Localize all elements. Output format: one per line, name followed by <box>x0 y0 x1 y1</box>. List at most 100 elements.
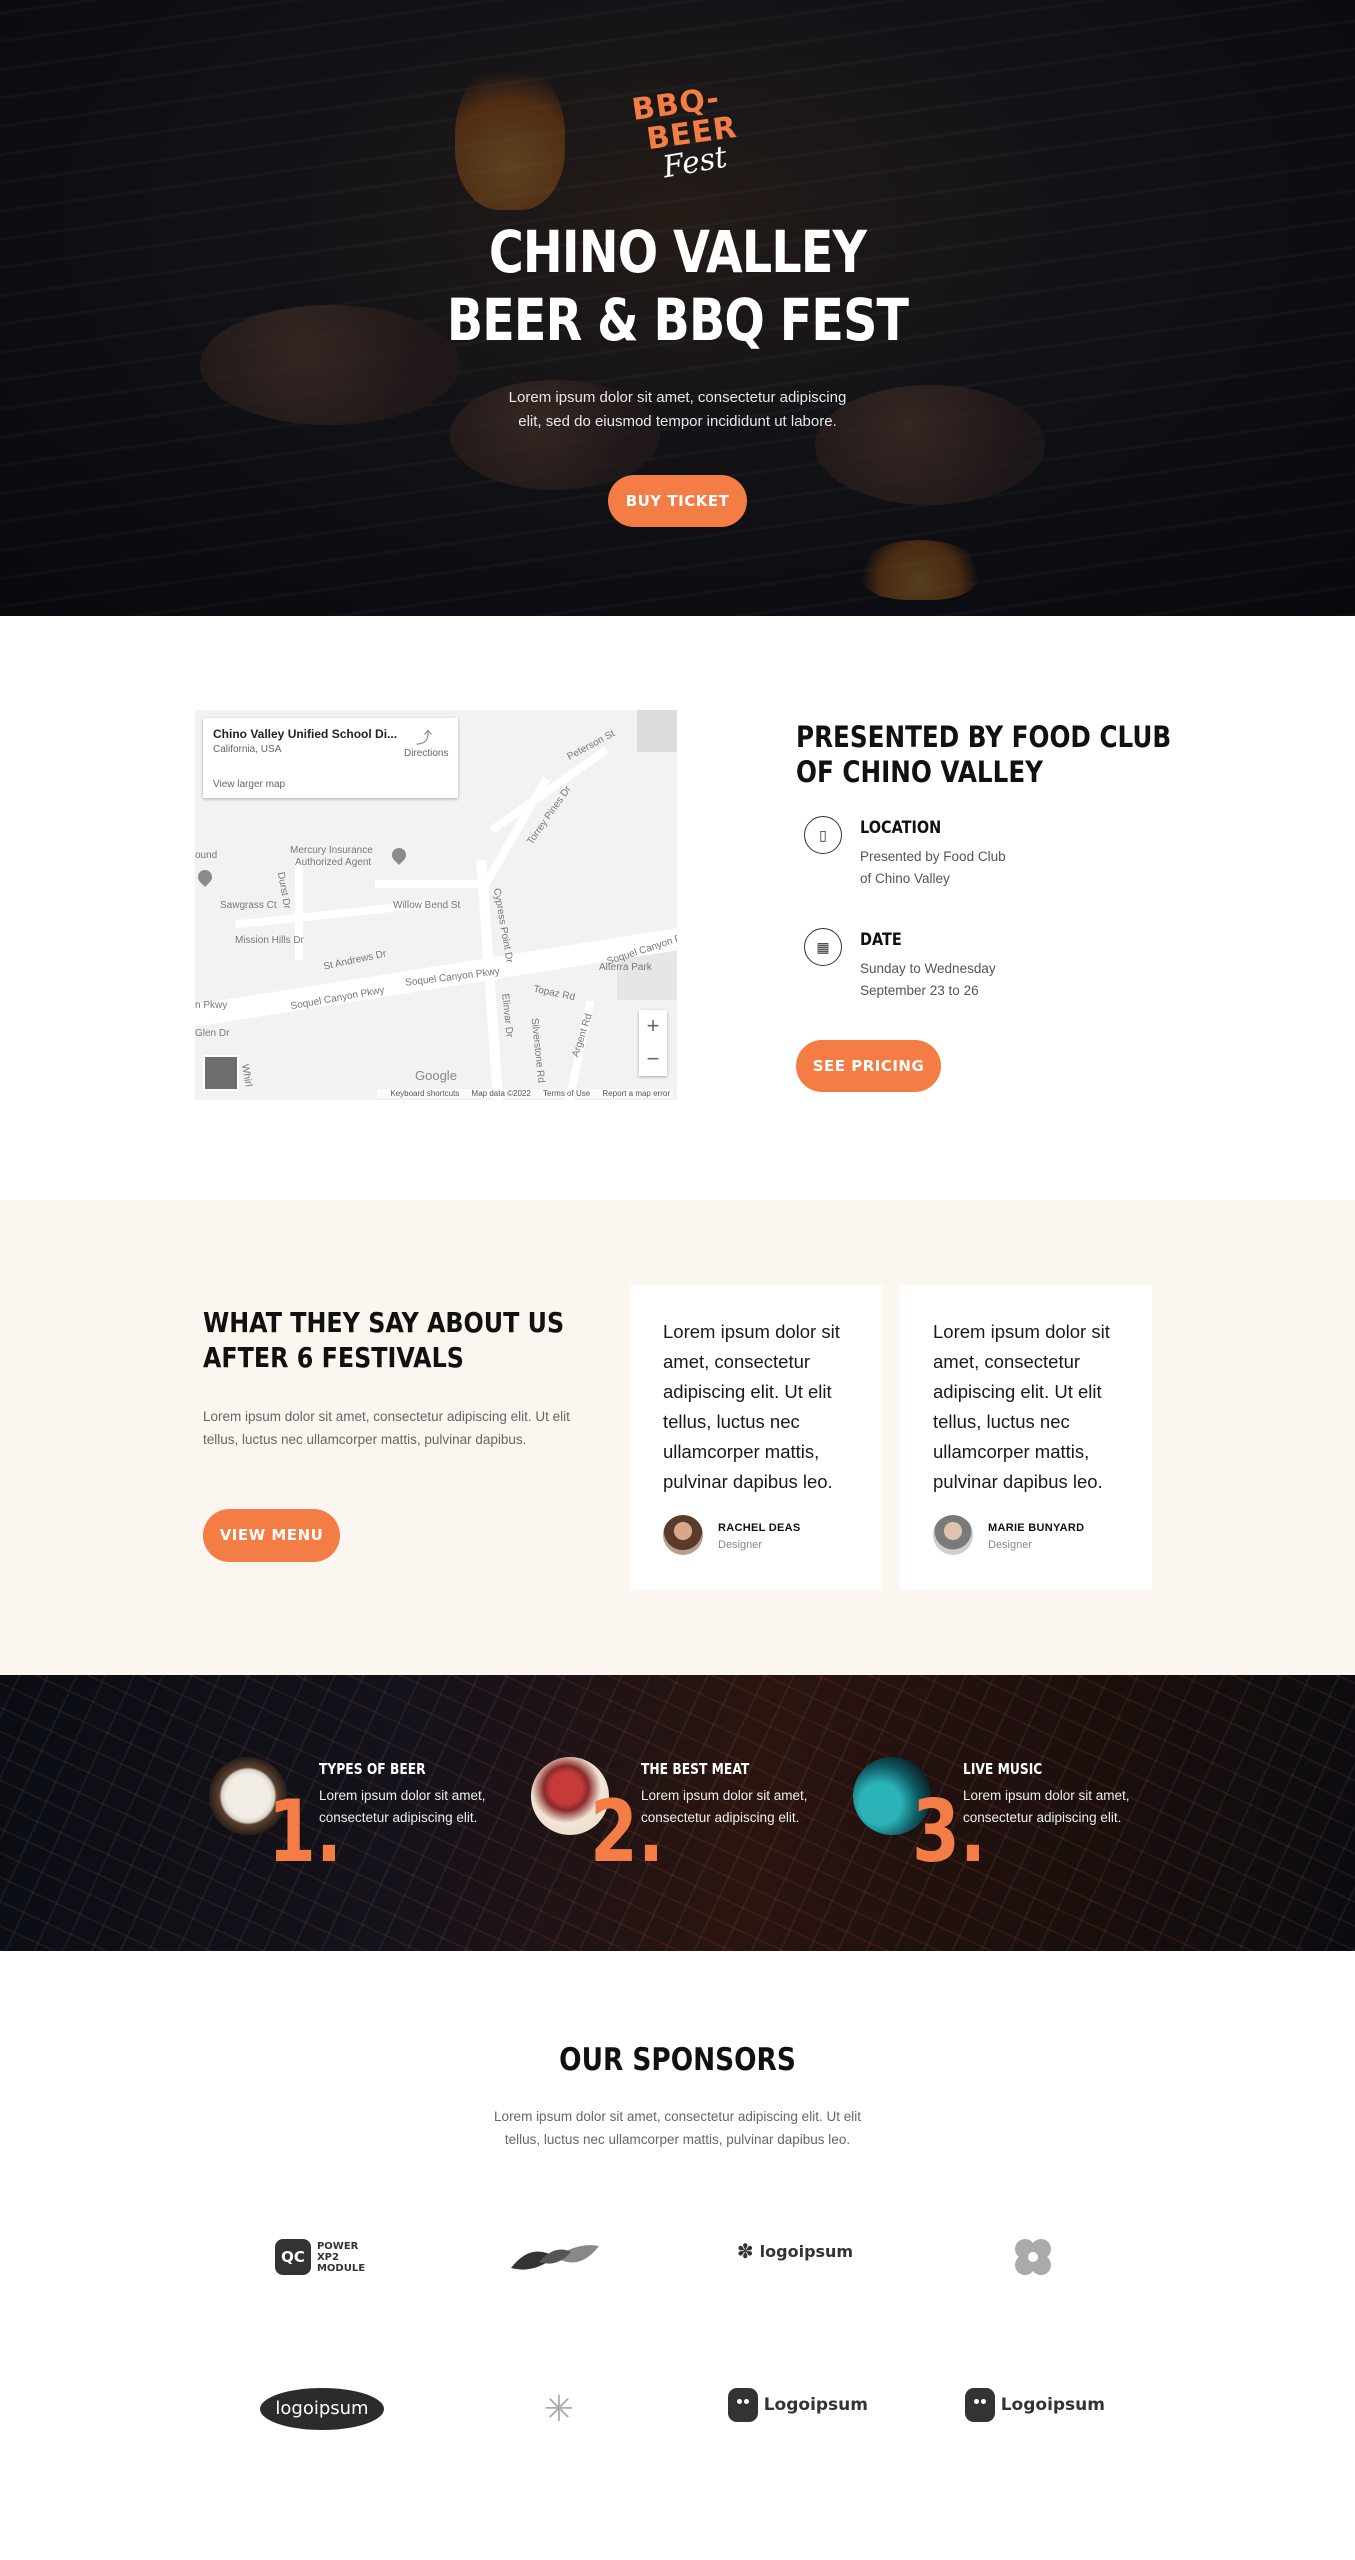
map-footer: Keyboard shortcuts Map data ©2022 Terms … <box>377 1089 673 1098</box>
directions-button[interactable]: ⤴ Directions <box>404 730 448 759</box>
report-error-link[interactable]: Report a map error <box>602 1089 670 1098</box>
zoom-out-button[interactable]: − <box>639 1043 667 1076</box>
qc-logo-line: POWER <box>316 2240 359 2252</box>
feature-description: Lorem ipsum dolor sit amet, consectetur … <box>963 1788 1130 1825</box>
hero-subtitle: Lorem ipsum dolor sit amet, consectetur … <box>0 386 1355 434</box>
qc-logo-text: POWER XP2 MODULE <box>317 2241 365 2274</box>
map-road <box>375 880 485 888</box>
map-street-label: n Pkwy <box>195 1000 228 1011</box>
sponsors-subtitle: Lorem ipsum dolor sit amet, consectetur … <box>0 2105 1355 2151</box>
map-place-card: Chino Valley Unified School Di... Califo… <box>203 718 458 798</box>
hero-section: BBQ- BEER Fest CHINO VALLEY BEER & BBQ F… <box>0 0 1355 616</box>
keyboard-shortcuts-link[interactable]: Keyboard shortcuts <box>390 1089 459 1098</box>
google-logo: Google <box>415 1068 457 1083</box>
sponsor-logo-star: ✳ <box>538 2386 580 2432</box>
hero-subtitle-line-1: Lorem ipsum dolor sit amet, consectetur … <box>508 389 847 406</box>
map-street-label: Topaz Rd <box>532 983 576 1004</box>
hero-title-line-1: CHINO VALLEY <box>488 218 867 286</box>
smile-logo-icon <box>965 2388 995 2422</box>
testimonial-card: Lorem ipsum dolor sit amet, consectetur … <box>630 1285 882 1590</box>
map-area <box>637 710 677 752</box>
testimonial-quote: Lorem ipsum dolor sit amet, consectetur … <box>663 1321 840 1492</box>
presented-title-line-2: OF CHINO VALLEY <box>796 755 1044 789</box>
author-name: RACHEL DEAS <box>718 1522 801 1534</box>
map-data-label: Map data ©2022 <box>471 1089 531 1098</box>
qc-logo-icon: QC <box>274 2239 311 2275</box>
presented-title-line-1: PRESENTED BY FOOD CLUB <box>796 720 1172 754</box>
testimonials-section: WHAT THEY SAY ABOUT US AFTER 6 FESTIVALS… <box>0 1200 1355 1675</box>
sponsor-logo-logoipsum-1: ✽ logoipsum <box>725 2233 865 2269</box>
map-street-label: Silverstone Rd <box>528 1017 547 1084</box>
logoipsum-mark-icon: ✽ <box>736 2240 754 2263</box>
feature-item: 3. LIVE MUSIC Lorem ipsum dolor sit amet… <box>847 1755 1147 1885</box>
hero-title: CHINO VALLEY BEER & BBQ FEST <box>122 218 1233 354</box>
testimonials-paragraph: Lorem ipsum dolor sit amet, consectetur … <box>203 1409 570 1447</box>
hero-subtitle-line-2: elit, sed do eiusmod tempor incididunt u… <box>518 413 837 430</box>
feature-title: LIVE MUSIC <box>963 1760 1043 1778</box>
terms-link[interactable]: Terms of Use <box>543 1089 590 1098</box>
map-street-label: Durst Dr <box>274 871 293 910</box>
location-line-1: Presented by Food Club <box>860 849 1006 864</box>
author-role: Designer <box>718 1539 763 1551</box>
testimonials-title-line-1: WHAT THEY SAY ABOUT US <box>203 1306 565 1339</box>
flower-logo-icon <box>1015 2239 1051 2275</box>
logoipsum-text: Logoipsum <box>763 2395 868 2415</box>
logoipsum-text: Logoipsum <box>1000 2395 1105 2415</box>
avatar <box>663 1515 703 1555</box>
qc-logo-line: XP2 <box>316 2251 339 2263</box>
map-poi-label: ound <box>195 850 218 861</box>
map-satellite-toggle[interactable] <box>203 1055 239 1091</box>
view-menu-button[interactable]: VIEW MENU <box>203 1509 340 1562</box>
feature-description: Lorem ipsum dolor sit amet, consectetur … <box>641 1788 808 1825</box>
sparkle-logo-icon: ✳ <box>543 2388 575 2429</box>
buy-ticket-button[interactable]: BUY TICKET <box>608 475 747 527</box>
map-street-label: Mission Hills Dr <box>235 935 304 946</box>
logoipsum-oval-text: logoipsum <box>260 2388 384 2430</box>
features-section: 1. TYPES OF BEER Lorem ipsum dolor sit a… <box>0 1675 1355 1951</box>
testimonials-title: WHAT THEY SAY ABOUT US AFTER 6 FESTIVALS <box>203 1305 564 1375</box>
map-zoom-control: + − <box>639 1010 667 1076</box>
map-street-label: Elinvar Dr <box>499 993 515 1038</box>
sponsors-subtitle-line-2: tellus, luctus nec ullamcorper mattis, p… <box>504 2132 851 2147</box>
map-street-label: Argent Rd <box>570 1012 595 1059</box>
feature-item: 2. THE BEST MEAT Lorem ipsum dolor sit a… <box>525 1755 825 1885</box>
location-map[interactable]: Peterson St Torrey Pines Dr Mercury Insu… <box>195 710 677 1100</box>
sponsor-logo-logoipsum-2: Logoipsum <box>728 2384 868 2426</box>
map-street-label: St Andrews Dr <box>322 948 388 973</box>
date-description: Sunday to Wednesday September 23 to 26 <box>860 958 996 1002</box>
feature-item: 1. TYPES OF BEER Lorem ipsum dolor sit a… <box>203 1755 503 1885</box>
date-title: DATE <box>860 930 902 950</box>
sponsor-logo-logoipsum-oval: logoipsum <box>258 2386 386 2432</box>
avatar <box>933 1515 973 1555</box>
smile-logo-icon <box>728 2388 758 2422</box>
feature-description: Lorem ipsum dolor sit amet, consectetur … <box>319 1788 486 1825</box>
location-description: Presented by Food Club of Chino Valley <box>860 846 1006 890</box>
map-poi-label: Alterra Park <box>599 962 652 973</box>
see-pricing-button[interactable]: SEE PRICING <box>796 1040 941 1092</box>
qc-logo-line: MODULE <box>316 2262 366 2274</box>
author-name: MARIE BUNYARD <box>988 1522 1085 1534</box>
sponsor-logo-logoipsum-3: Logoipsum <box>965 2384 1105 2426</box>
map-street-label: Sawgrass Ct <box>220 900 277 911</box>
page: BBQ- BEER Fest CHINO VALLEY BEER & BBQ F… <box>0 0 1355 2560</box>
map-street-label: Willow Bend St <box>393 900 461 911</box>
hero-title-line-2: BEER & BBQ FEST <box>446 286 909 354</box>
sponsor-logo-flower <box>1008 2233 1058 2281</box>
testimonials-title-line-2: AFTER 6 FESTIVALS <box>203 1341 464 1374</box>
feature-title: TYPES OF BEER <box>319 1760 426 1778</box>
map-pin-icon <box>195 867 215 887</box>
map-street-label: Glen Dr <box>195 1028 230 1039</box>
festival-logo: BBQ- BEER Fest <box>605 81 755 200</box>
zoom-in-button[interactable]: + <box>639 1010 667 1043</box>
sponsors-title: OUR SPONSORS <box>559 2042 796 2078</box>
presented-title: PRESENTED BY FOOD CLUB OF CHINO VALLEY <box>796 720 1171 790</box>
directions-icon: ⤴ <box>415 730 432 747</box>
sponsors-subtitle-line-1: Lorem ipsum dolor sit amet, consectetur … <box>494 2109 861 2124</box>
map-street-label: Whirl <box>238 1063 254 1088</box>
sponsor-logo-qc: QC POWER XP2 MODULE <box>255 2233 385 2281</box>
view-larger-map-link[interactable]: View larger map <box>213 779 285 790</box>
feature-title: THE BEST MEAT <box>641 1760 750 1778</box>
location-line-2: of Chino Valley <box>860 871 950 886</box>
date-line-2: September 23 to 26 <box>860 983 979 998</box>
map-poi-label: Mercury Insurance <box>290 845 373 856</box>
